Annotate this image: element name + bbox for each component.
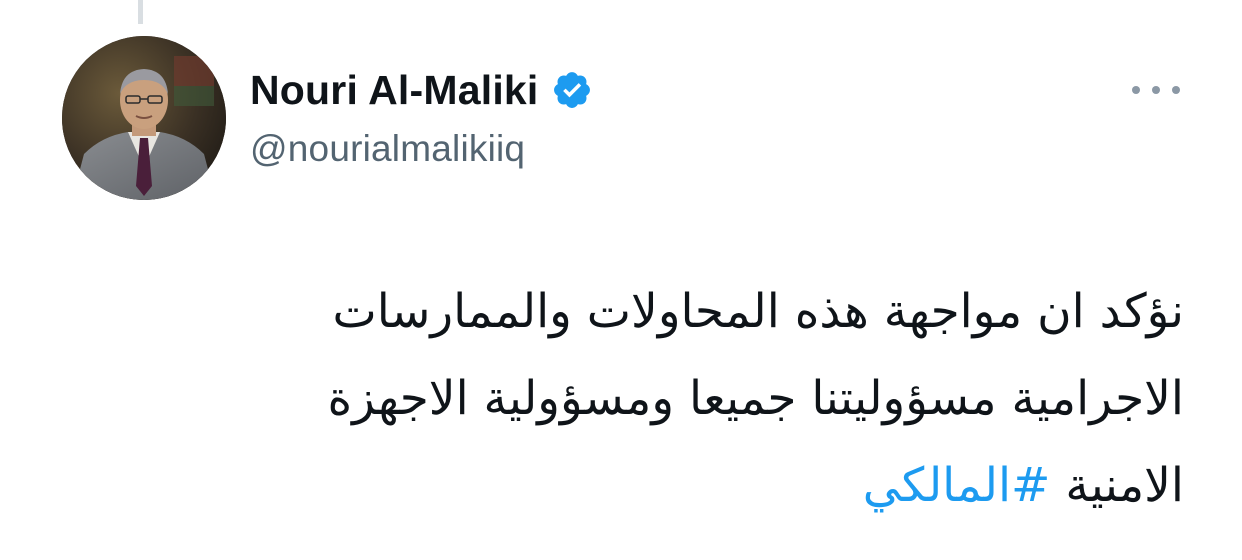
more-horizontal-icon: [1172, 86, 1180, 94]
thread-connector-line: [138, 0, 143, 24]
tweet-text-fragment: الامنية: [1065, 458, 1184, 513]
more-options-button[interactable]: [1128, 74, 1184, 106]
tweet-view: Nouri Al-Maliki @nourialmalikiiq نؤكد ان…: [0, 0, 1242, 560]
author-display-name[interactable]: Nouri Al-Maliki: [250, 67, 539, 114]
tweet-text: نؤكد ان مواجهة هذه المحاولات والممارسات …: [64, 268, 1184, 529]
tweet-text-line: الاجرامية مسؤوليتنا جميعا ومسؤولية الاجه…: [327, 371, 1184, 426]
more-horizontal-icon: [1132, 86, 1140, 94]
avatar[interactable]: [62, 36, 226, 200]
tweet-text-line: نؤكد ان مواجهة هذه المحاولات والممارسات: [332, 284, 1184, 339]
verified-badge-icon: [551, 69, 593, 111]
tweet-text-line-last: الامنية #المالكي: [64, 442, 1184, 529]
more-horizontal-icon: [1152, 86, 1160, 94]
author-name-row: Nouri Al-Maliki: [250, 62, 593, 118]
author-handle[interactable]: @nourialmalikiiq: [250, 128, 593, 170]
tweet-author: Nouri Al-Maliki @nourialmalikiiq: [250, 62, 593, 170]
avatar-photo: [62, 36, 226, 200]
hashtag-link[interactable]: #المالكي: [863, 458, 1051, 513]
